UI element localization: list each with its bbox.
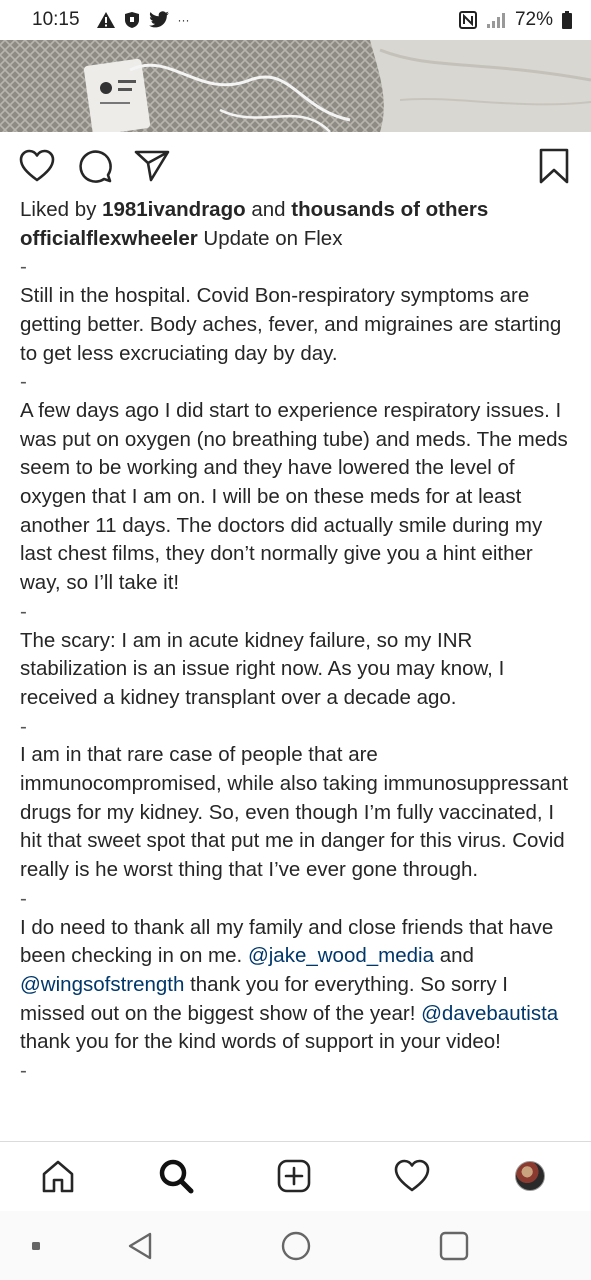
profile-avatar[interactable]	[510, 1156, 550, 1196]
status-overflow: ···	[177, 13, 190, 27]
caption-separator: -	[20, 886, 27, 910]
caption-separator: -	[20, 255, 27, 279]
post-photo[interactable]	[0, 40, 591, 132]
caption-paragraph-1: Still in the hospital. Covid Bon-respira…	[20, 284, 562, 365]
caption-paragraph-5: I do need to thank all my family and clo…	[20, 915, 559, 1054]
shield-icon	[124, 11, 140, 29]
home-icon[interactable]	[38, 1156, 78, 1196]
mention-davebautista[interactable]: @davebautista	[421, 1002, 558, 1025]
home-circle-icon[interactable]	[276, 1228, 316, 1264]
recents-dot[interactable]	[16, 1228, 56, 1264]
caption-paragraph-2: A few days ago I did start to experience…	[20, 398, 568, 595]
bookmark-icon[interactable]	[534, 146, 574, 186]
warning-icon	[96, 11, 116, 29]
twitter-icon	[148, 11, 170, 29]
comment-icon[interactable]	[75, 146, 115, 186]
nfc-icon	[458, 11, 477, 29]
signal-icon	[485, 11, 507, 29]
liked-by-line: Liked by 1981ivandrago and thousands of …	[20, 198, 489, 221]
status-bar: 10:15 ··· 72%	[0, 0, 591, 40]
back-icon[interactable]	[120, 1228, 160, 1264]
caption-separator: -	[20, 370, 27, 394]
system-navigation-bar	[0, 1211, 591, 1280]
caption-paragraph-3: The scary: I am in acute kidney failure,…	[20, 628, 505, 709]
caption-separator: -	[20, 1059, 27, 1083]
mention-jake-wood-media[interactable]: @jake_wood_media	[248, 944, 434, 967]
bottom-navigation	[0, 1141, 591, 1211]
search-icon[interactable]	[156, 1156, 196, 1196]
activity-heart-icon[interactable]	[392, 1156, 432, 1196]
liked-by-user[interactable]: 1981ivandrago	[102, 198, 246, 221]
liked-by-others[interactable]: thousands of others	[291, 198, 488, 221]
author-username[interactable]: officialflexwheeler	[20, 227, 198, 250]
battery-icon	[561, 10, 573, 30]
caption-header: officialflexwheeler Update on Flex	[20, 226, 343, 250]
avatar	[515, 1161, 545, 1191]
mention-wingsofstrength[interactable]: @wingsofstrength	[20, 973, 184, 996]
heart-icon[interactable]	[17, 146, 57, 186]
caption-separator: -	[20, 714, 27, 738]
overview-square-icon[interactable]	[434, 1228, 474, 1264]
battery-percent: 72%	[514, 9, 553, 30]
post-caption: Liked by 1981ivandrago and thousands of …	[20, 196, 575, 1086]
caption-paragraph-4: I am in that rare case of people that ar…	[20, 743, 569, 882]
post-action-bar	[0, 140, 591, 190]
share-icon[interactable]	[132, 146, 172, 186]
status-time: 10:15	[32, 9, 80, 30]
add-post-icon[interactable]	[274, 1156, 314, 1196]
caption-separator: -	[20, 599, 27, 623]
